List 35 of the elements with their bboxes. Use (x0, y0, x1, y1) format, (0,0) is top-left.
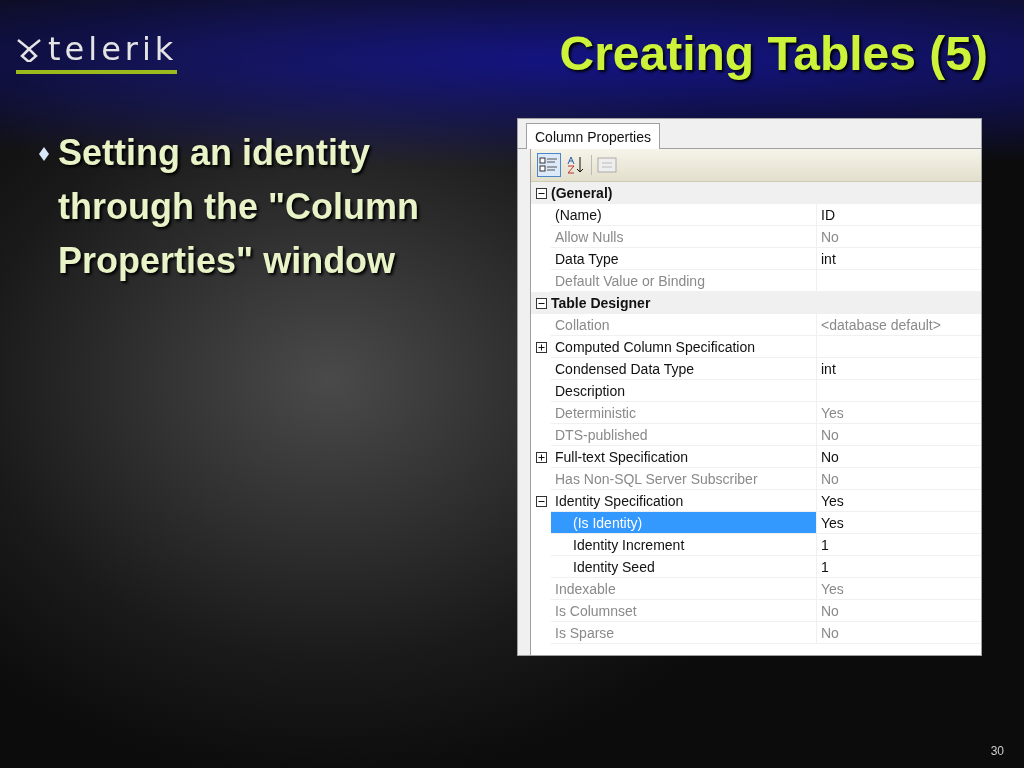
collapse-icon[interactable] (535, 495, 547, 507)
expand-icon[interactable] (535, 451, 547, 463)
property-name[interactable]: Identity Specification (551, 490, 817, 512)
property-name[interactable]: (Name) (551, 204, 817, 226)
property-value[interactable]: 1 (817, 534, 981, 556)
bullet-icon (38, 146, 50, 162)
toolbar-button[interactable] (537, 153, 561, 177)
property-value[interactable]: int (817, 358, 981, 380)
property-name[interactable]: Full-text Specification (551, 446, 817, 468)
property-name[interactable]: Identity Seed (551, 556, 817, 578)
property-name[interactable]: Data Type (551, 248, 817, 270)
property-name[interactable]: Description (551, 380, 817, 402)
logo-mark-icon (16, 36, 42, 62)
property-value[interactable]: Yes (817, 490, 981, 512)
property-name[interactable]: Identity Increment (551, 534, 817, 556)
collapse-icon[interactable] (535, 187, 547, 199)
sort-az-icon (566, 156, 586, 174)
category-header[interactable]: Table Designer (551, 295, 651, 311)
slide-title: Creating Tables (5) (559, 26, 988, 81)
property-pages-icon (597, 156, 617, 174)
property-value[interactable]: 1 (817, 556, 981, 578)
page-number: 30 (990, 744, 1004, 758)
property-value[interactable]: int (817, 248, 981, 270)
categorized-view-icon (539, 156, 559, 174)
bullet-text: Setting an identity through the "Column Properties" window (58, 131, 420, 283)
logo-text: telerik (48, 32, 178, 66)
property-name[interactable]: Computed Column Specification (551, 336, 817, 358)
collapse-icon[interactable] (535, 297, 547, 309)
property-name[interactable]: Condensed Data Type (551, 358, 817, 380)
category-header[interactable]: (General) (551, 185, 613, 201)
property-value[interactable]: No (817, 446, 981, 468)
property-value[interactable]: Yes (817, 512, 981, 534)
window-tab[interactable]: Column Properties (526, 123, 660, 149)
expand-icon[interactable] (535, 341, 547, 353)
property-value[interactable]: ID (817, 204, 981, 226)
